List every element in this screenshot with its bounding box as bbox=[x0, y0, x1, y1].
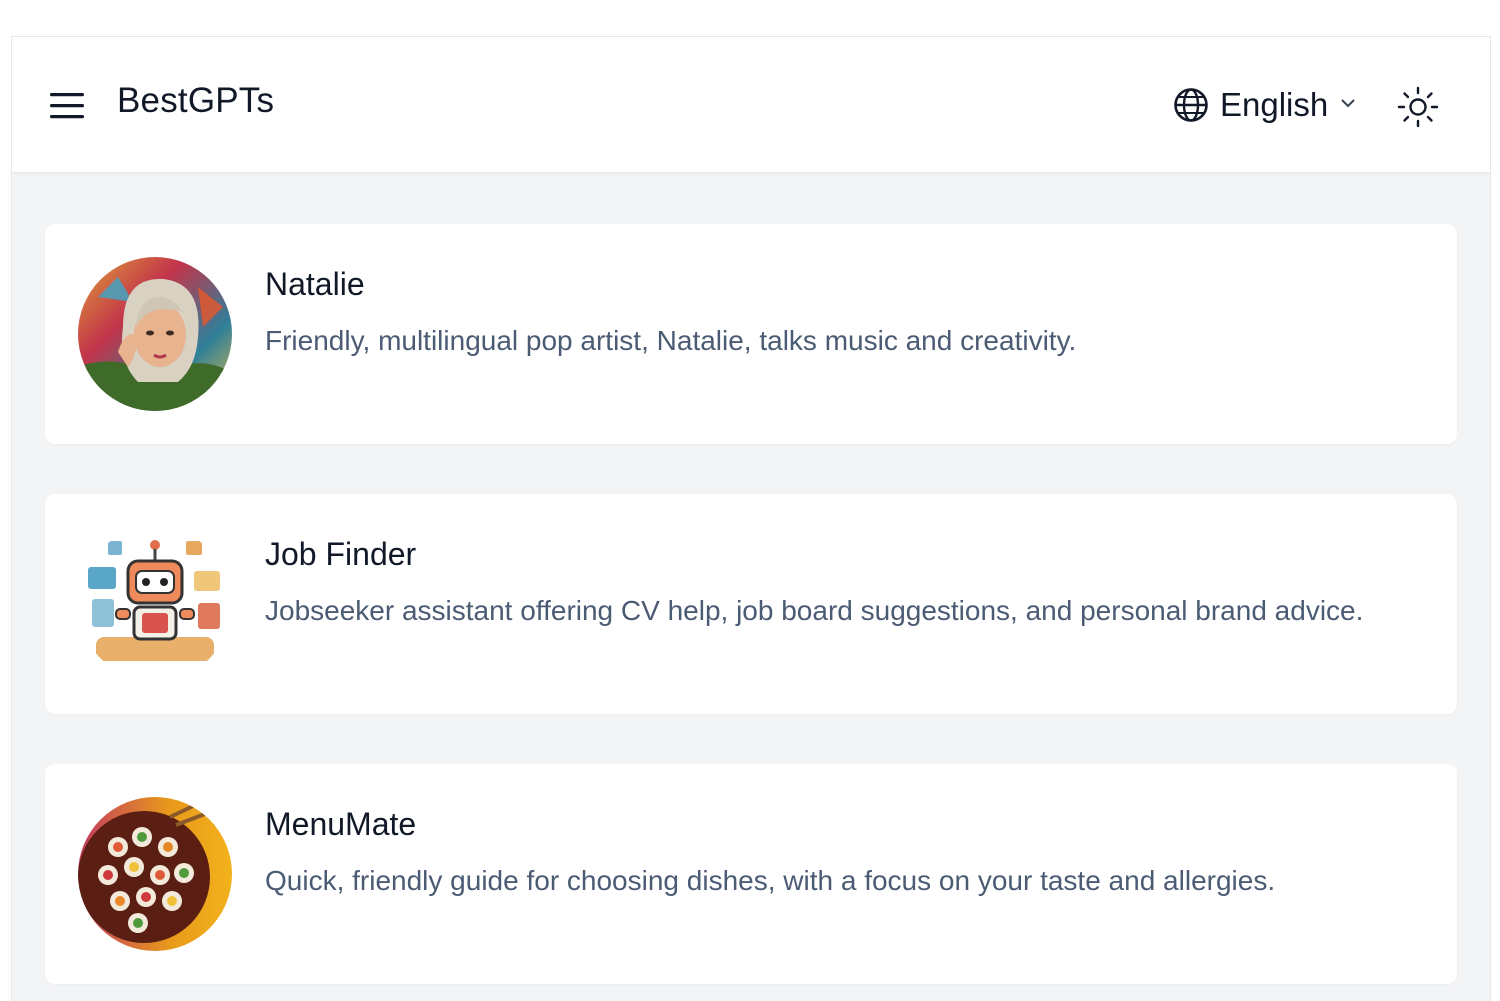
gpt-name: Job Finder bbox=[265, 536, 417, 572]
gpt-card-job-finder[interactable]: Job Finder Jobseeker assistant offering … bbox=[45, 494, 1457, 714]
app-window: BestGPTs English Natalie Friendly, multi… bbox=[11, 36, 1491, 1001]
menu-button[interactable] bbox=[48, 87, 88, 123]
gpt-description: Friendly, multilingual pop artist, Natal… bbox=[265, 325, 1077, 356]
gpt-name: MenuMate bbox=[265, 806, 417, 842]
gpt-name: Natalie bbox=[265, 266, 365, 302]
avatar bbox=[78, 797, 232, 951]
top-header: BestGPTs English bbox=[12, 37, 1490, 173]
hamburger-menu-icon bbox=[50, 93, 84, 119]
gpt-description: Quick, friendly guide for choosing dishe… bbox=[265, 865, 1276, 896]
gpt-description: Jobseeker assistant offering CV help, jo… bbox=[265, 595, 1364, 626]
gpt-card-menumate[interactable]: MenuMate Quick, friendly guide for choos… bbox=[45, 764, 1457, 984]
sun-icon bbox=[1397, 86, 1439, 128]
gpt-card-natalie[interactable]: Natalie Friendly, multilingual pop artis… bbox=[45, 224, 1457, 444]
avatar bbox=[78, 257, 232, 411]
brand-title[interactable]: BestGPTs bbox=[117, 81, 274, 121]
globe-icon bbox=[1174, 88, 1208, 122]
avatar bbox=[78, 527, 232, 681]
language-selector[interactable]: English bbox=[1172, 85, 1356, 125]
language-label: English bbox=[1220, 86, 1329, 123]
chevron-down-icon bbox=[1340, 96, 1356, 114]
gpt-list: Natalie Friendly, multilingual pop artis… bbox=[45, 224, 1457, 1001]
theme-toggle-button[interactable] bbox=[1396, 85, 1440, 129]
